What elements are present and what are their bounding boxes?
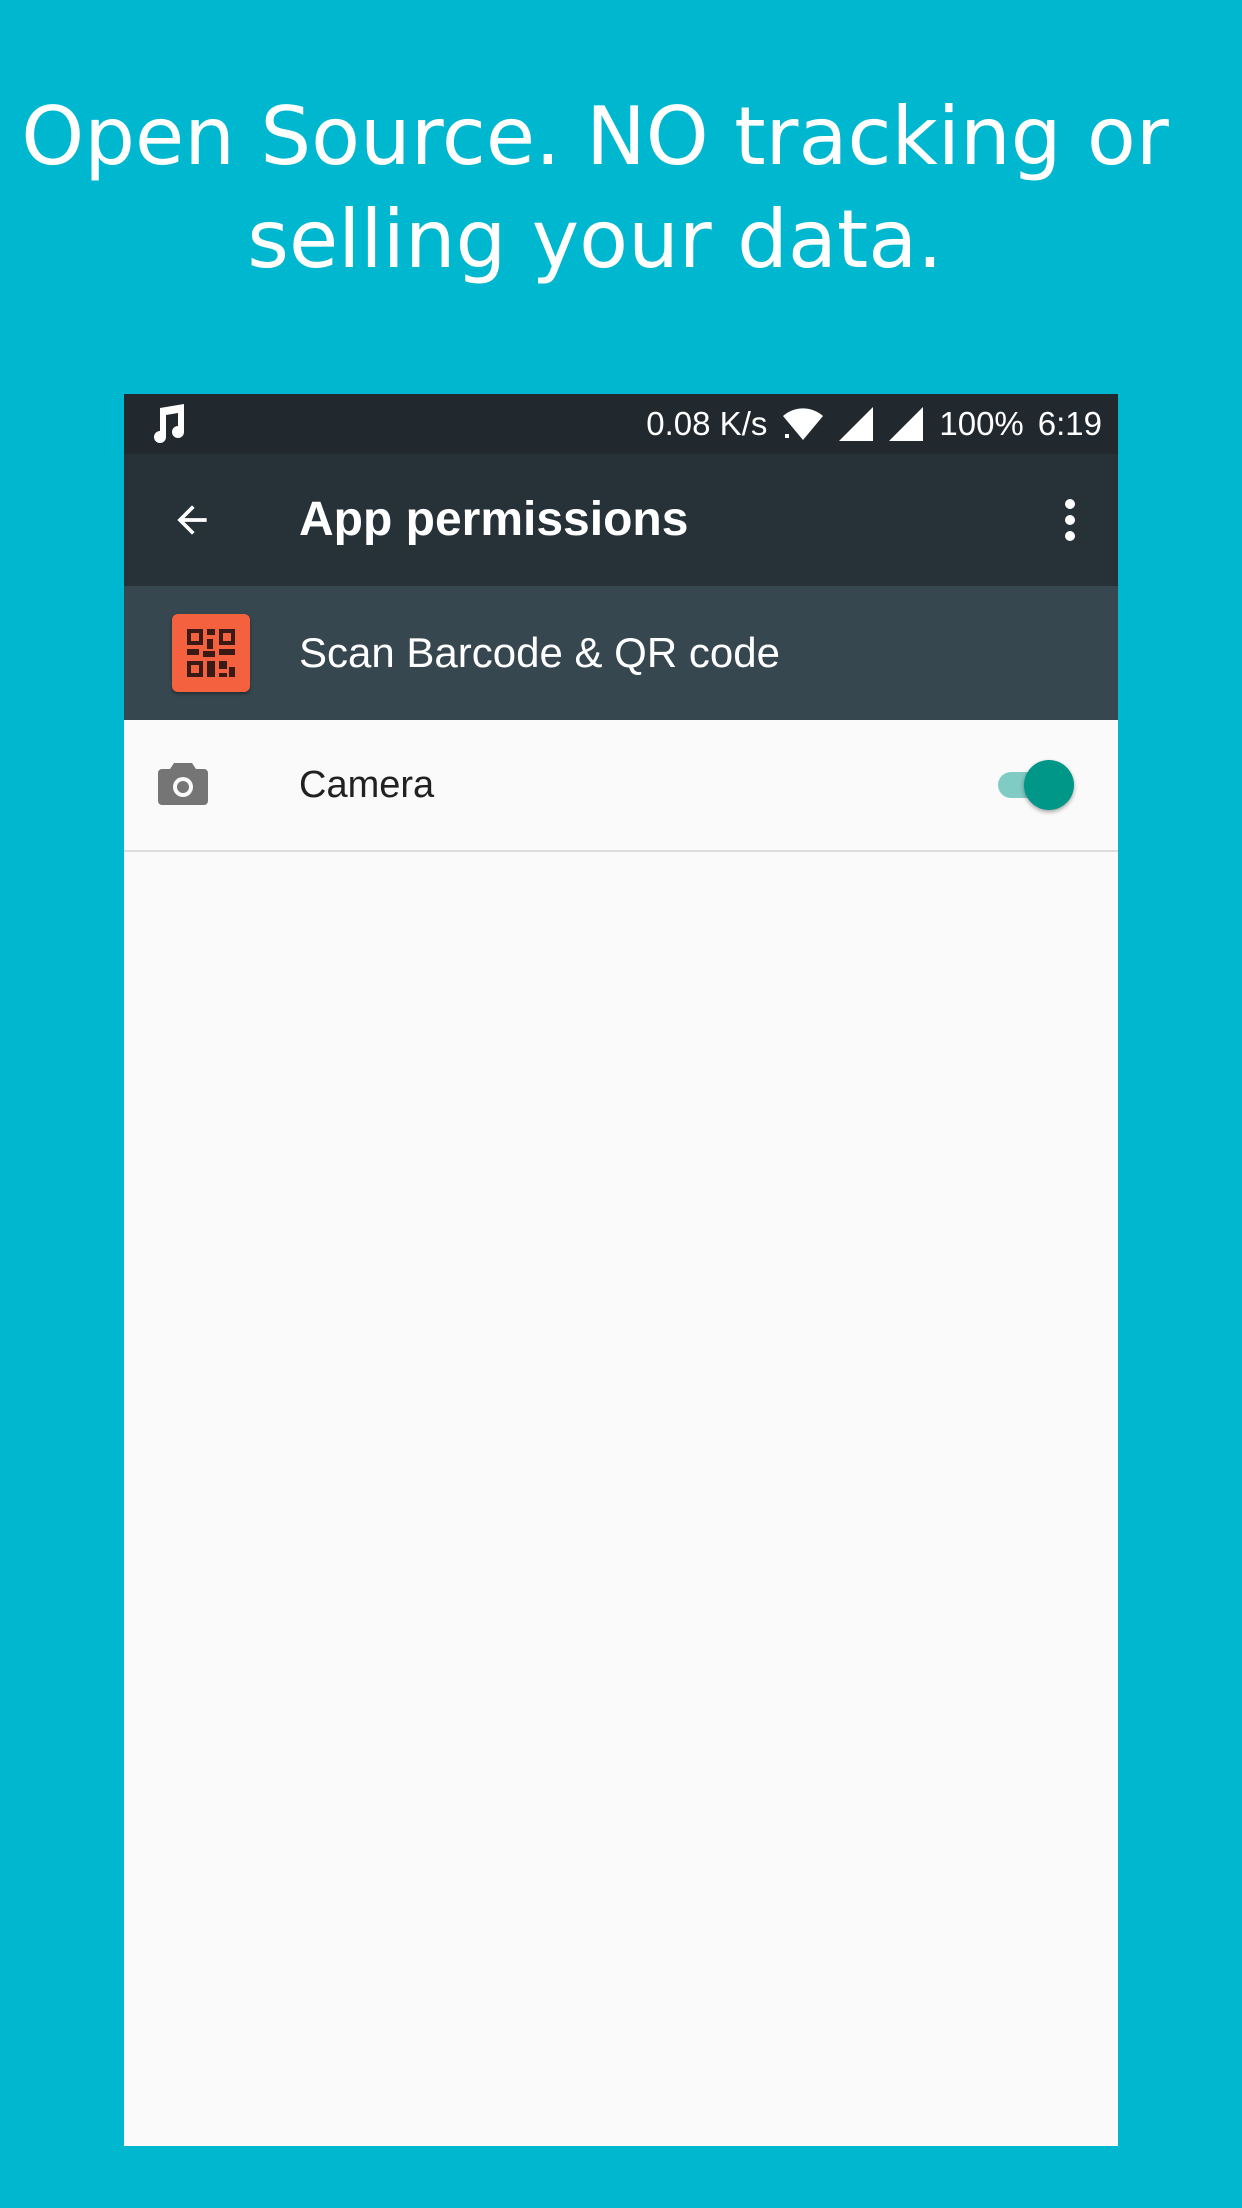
status-bar: 0.08 K/s 100% 6:19 <box>124 394 1118 454</box>
network-speed: 0.08 K/s <box>646 405 768 442</box>
app-header-row: Scan Barcode & QR code <box>124 586 1118 720</box>
arrow-back-icon[interactable] <box>170 498 214 542</box>
camera-icon <box>158 763 208 805</box>
camera-permission-toggle[interactable] <box>994 760 1076 810</box>
qr-code-icon <box>187 629 235 677</box>
promo-headline: Open Source. NO tracking or selling your… <box>0 85 1190 291</box>
headline-line-2: selling your data. <box>247 193 943 286</box>
battery-level: 100% <box>939 405 1024 442</box>
more-vert-icon[interactable] <box>1062 498 1078 542</box>
app-icon <box>172 614 250 692</box>
toggle-thumb <box>1024 760 1074 810</box>
phone-screen: 0.08 K/s 100% 6:19 App permissions Scan … <box>124 394 1118 2146</box>
permission-row-camera[interactable]: Camera <box>124 720 1118 852</box>
clock: 6:19 <box>1037 405 1102 442</box>
headline-line-1: Open Source. NO tracking or <box>21 90 1169 183</box>
wifi-icon <box>783 408 824 440</box>
status-indicators: 0.08 K/s 100% 6:19 <box>646 394 1102 454</box>
app-name: Scan Barcode & QR code <box>299 629 780 676</box>
page-title: App permissions <box>299 493 689 546</box>
permission-label: Camera <box>299 764 435 806</box>
signal-icon <box>839 407 874 441</box>
signal-icon-2 <box>889 407 924 441</box>
music-note-icon <box>154 404 184 443</box>
app-bar: App permissions <box>124 454 1118 586</box>
